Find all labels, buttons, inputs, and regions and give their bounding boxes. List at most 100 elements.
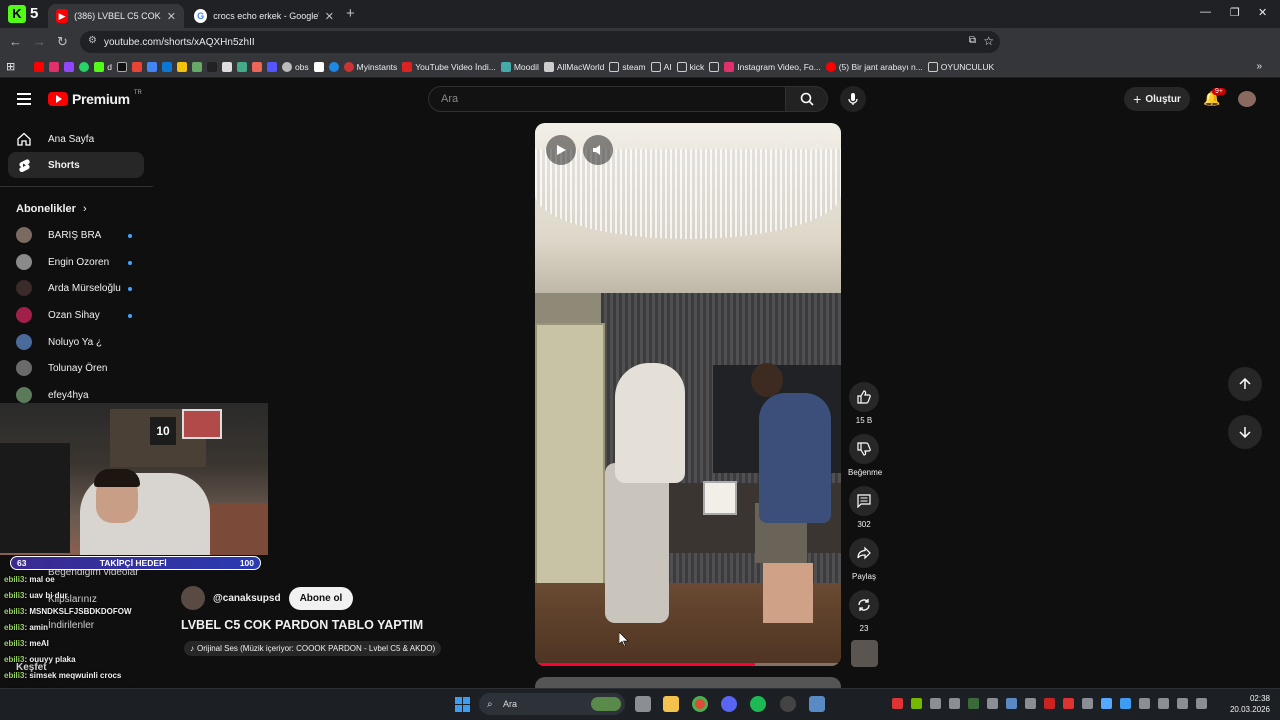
chrome-icon[interactable]	[692, 696, 708, 712]
reload-icon[interactable]: ↻	[57, 34, 68, 50]
bookmark-star-icon[interactable]: ☆	[983, 34, 994, 48]
action-like[interactable]: 15 B	[848, 382, 880, 425]
bookmark-tool[interactable]	[206, 61, 217, 72]
forward-icon[interactable]: →	[33, 34, 46, 49]
subscription-item[interactable]: Noluyo Ya ¿	[16, 331, 141, 353]
search-button[interactable]	[786, 86, 828, 112]
audio-thumbnail[interactable]	[851, 640, 878, 667]
tab-count-icon[interactable]: 5	[30, 5, 46, 23]
install-icon[interactable]: ⧉	[969, 35, 976, 46]
bookmark-onedrive[interactable]	[161, 61, 172, 72]
restore-icon[interactable]: ❐	[1230, 6, 1240, 19]
tray-icon[interactable]	[1063, 698, 1074, 709]
bookmark-instagram-dl[interactable]: Instagram Video, Fo...	[724, 61, 821, 72]
spotify-icon[interactable]	[750, 696, 766, 712]
action-dislike[interactable]: Beğenme	[848, 434, 882, 477]
subscription-item[interactable]: Arda Mürseloğlu	[16, 277, 141, 299]
taskbar-search[interactable]: ⌕ Ara	[479, 693, 625, 715]
steam-icon[interactable]	[809, 696, 825, 712]
tray-icon[interactable]	[1044, 698, 1055, 709]
microphone-icon[interactable]	[1158, 698, 1169, 709]
tray-icon[interactable]	[1025, 698, 1036, 709]
account-avatar[interactable]	[1238, 91, 1256, 107]
minimize-icon[interactable]: —	[1200, 6, 1211, 18]
apps-icon[interactable]: ⊞	[6, 60, 15, 73]
tab-youtube[interactable]: ▶ (386) LVBEL C5 COK PARDON T ✕	[48, 4, 184, 28]
bookmark-sheets[interactable]	[176, 61, 187, 72]
close-tab-icon[interactable]: ✕	[167, 10, 176, 23]
tab-google[interactable]: G crocs echo erkek - Google'da A ✕	[186, 4, 342, 28]
bookmark-whatsapp[interactable]	[79, 61, 90, 72]
bookmark-folder[interactable]	[709, 61, 720, 72]
more-bookmarks-icon[interactable]: »	[1256, 61, 1262, 72]
action-share[interactable]: Paylaş	[848, 538, 880, 581]
bookmark-youtube[interactable]	[34, 61, 45, 72]
volume-icon[interactable]	[1196, 698, 1207, 709]
tray-icon[interactable]	[987, 698, 998, 709]
action-remix[interactable]: 23	[848, 590, 880, 633]
obs-icon[interactable]	[780, 696, 796, 712]
tray-icon[interactable]	[1082, 698, 1093, 709]
site-info-icon[interactable]: ⚙	[88, 35, 97, 46]
bookmark-yt-video[interactable]: (5) Bir jant arabayı n...	[825, 61, 923, 72]
bookmark-myinstants[interactable]: Myinstants	[343, 61, 397, 72]
address-bar[interactable]: ⚙ youtube.com/shorts/xAQXHn5zhII ⧉ ☆	[80, 31, 1000, 53]
channel-avatar[interactable]	[181, 586, 205, 610]
bookmark-folder-ai[interactable]: AI	[650, 61, 672, 72]
volume-button[interactable]	[583, 135, 613, 165]
kick-icon[interactable]: K	[8, 5, 26, 23]
sidebar-item-home[interactable]: Ana Sayfa	[8, 126, 144, 152]
video-progress-bar[interactable]	[535, 663, 841, 666]
close-tab-icon[interactable]: ✕	[325, 10, 334, 23]
bookmark-moodil[interactable]: Moodil	[500, 61, 539, 72]
bookmark-kick[interactable]: d	[94, 61, 112, 72]
back-icon[interactable]: ←	[9, 34, 22, 49]
tray-icon[interactable]	[1139, 698, 1150, 709]
bookmark-folder-oyunculuk[interactable]: OYUNCULUK	[927, 61, 994, 72]
create-button[interactable]: + Oluştur	[1124, 87, 1190, 111]
bookmark-tool[interactable]	[236, 61, 247, 72]
bookmark-tool[interactable]	[251, 61, 262, 72]
discord-icon[interactable]	[721, 696, 737, 712]
bookmark-tool[interactable]	[328, 61, 339, 72]
action-comment[interactable]: 302	[848, 486, 880, 529]
tray-icon[interactable]	[1006, 698, 1017, 709]
bookmark-drive[interactable]	[146, 61, 157, 72]
bookmark-folder-kick[interactable]: kick	[676, 61, 704, 72]
nvidia-icon[interactable]	[911, 698, 922, 709]
bookmark-twitch[interactable]	[64, 61, 75, 72]
subscription-item[interactable]: Tolunay Ören	[16, 357, 141, 379]
next-short-button[interactable]	[1228, 415, 1262, 449]
search-input[interactable]: Ara	[428, 86, 786, 112]
video-more-icon[interactable]: ⋮	[779, 139, 793, 156]
bookmark-allmacworld[interactable]: AllMacWorld	[543, 61, 604, 72]
bookmark-folder-steam[interactable]: steam	[609, 61, 646, 72]
music-pill[interactable]: ♪ Orijinal Ses (Müzik içeriyor: COOOK PA…	[184, 641, 442, 656]
fullscreen-icon[interactable]: ⤢	[809, 141, 819, 156]
tray-icon[interactable]	[949, 698, 960, 709]
tray-icon[interactable]	[1101, 698, 1112, 709]
sidebar-item-shorts[interactable]: Shorts	[8, 152, 144, 178]
bookmark-yt-downloader[interactable]: YouTube Video İndi...	[402, 61, 496, 72]
subscription-item[interactable]: Engin Ozoren	[16, 251, 141, 273]
channel-name[interactable]: @canaksupsd	[213, 593, 281, 604]
shorts-video-player[interactable]: ⋮ ⤢	[535, 123, 841, 666]
subscribe-button[interactable]: Abone ol	[288, 586, 354, 610]
task-view-icon[interactable]	[635, 696, 651, 712]
bookmark-tool[interactable]	[266, 61, 277, 72]
close-window-icon[interactable]: ✕	[1258, 6, 1267, 19]
subscription-item[interactable]: BARIŞ BRA	[16, 224, 141, 246]
bookmark-tool[interactable]	[313, 61, 324, 72]
new-tab-button[interactable]: +	[346, 5, 355, 22]
youtube-logo[interactable]: Premium TR	[48, 90, 142, 107]
bookmark-obs[interactable]: obs	[281, 61, 309, 72]
wifi-icon[interactable]	[1177, 698, 1188, 709]
file-explorer-icon[interactable]	[663, 696, 679, 712]
tray-icon[interactable]	[968, 698, 979, 709]
bookmark-gmail[interactable]	[131, 61, 142, 72]
bookmark-tiktok[interactable]	[116, 61, 127, 72]
hamburger-menu-icon[interactable]	[17, 93, 31, 105]
bookmark-tool[interactable]	[191, 61, 202, 72]
tray-icon[interactable]	[892, 698, 903, 709]
voice-search-button[interactable]	[840, 86, 866, 112]
